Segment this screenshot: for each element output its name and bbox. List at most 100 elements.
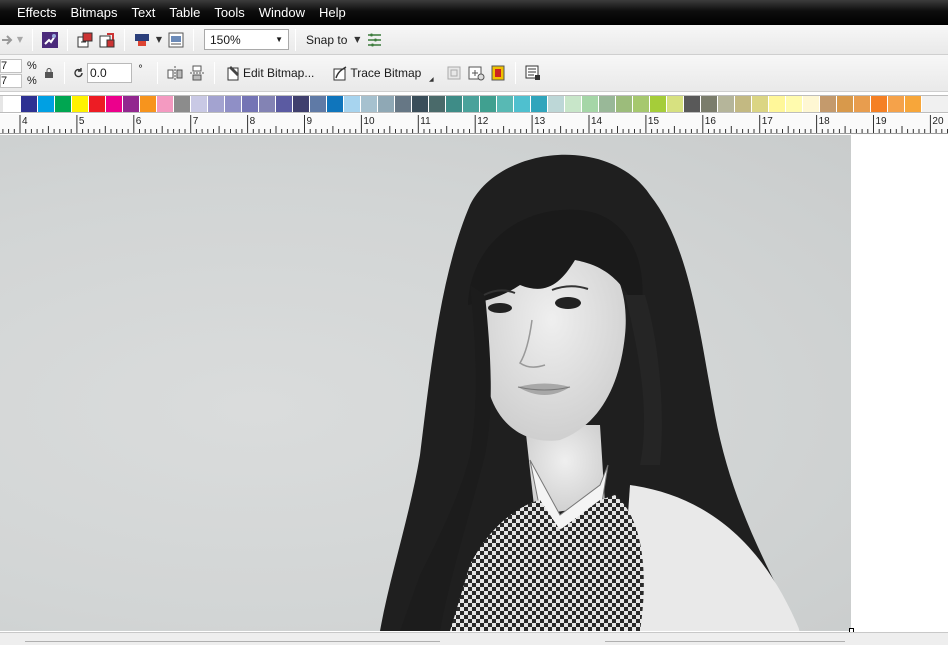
- mirror-horizontal-icon[interactable]: [164, 62, 186, 84]
- color-swatch[interactable]: [735, 96, 752, 112]
- color-swatch[interactable]: [752, 96, 769, 112]
- grayscale-portrait-bitmap[interactable]: [0, 135, 851, 631]
- color-swatch[interactable]: [786, 96, 803, 112]
- color-swatch[interactable]: [684, 96, 701, 112]
- zoom-level-select[interactable]: 150% ▼: [204, 29, 289, 50]
- color-swatch[interactable]: [123, 96, 140, 112]
- color-swatch[interactable]: [242, 96, 259, 112]
- color-swatch[interactable]: [582, 96, 599, 112]
- color-swatch[interactable]: [497, 96, 514, 112]
- separator: [515, 62, 517, 84]
- menu-window[interactable]: Window: [252, 0, 312, 25]
- color-swatch[interactable]: [837, 96, 854, 112]
- rotation-angle-input[interactable]: 0.0: [87, 63, 132, 83]
- color-swatch[interactable]: [21, 96, 38, 112]
- object-properties-icon[interactable]: [522, 62, 544, 84]
- percent-label: %: [27, 74, 37, 87]
- color-swatch[interactable]: [429, 96, 446, 112]
- color-swatch[interactable]: [854, 96, 871, 112]
- color-swatch[interactable]: [225, 96, 242, 112]
- menu-effects[interactable]: Effects: [10, 0, 64, 25]
- color-swatch[interactable]: [157, 96, 174, 112]
- portrait-illustration: [380, 154, 800, 631]
- resample-icon[interactable]: [465, 62, 487, 84]
- color-swatch[interactable]: [599, 96, 616, 112]
- menu-table[interactable]: Table: [162, 0, 207, 25]
- horizontal-ruler[interactable]: 4 5 6 7 8 9 10 11 12 13 14 15 16 17 18 19 20: [0, 114, 948, 134]
- color-swatch[interactable]: [820, 96, 837, 112]
- color-swatch[interactable]: [616, 96, 633, 112]
- scale-x-input[interactable]: 7: [0, 58, 22, 73]
- launcher-dropdown-icon[interactable]: ▼: [153, 35, 165, 44]
- color-swatch[interactable]: [446, 96, 463, 112]
- ruler-label: 8: [249, 116, 256, 127]
- color-swatch[interactable]: [412, 96, 429, 112]
- color-swatch[interactable]: [667, 96, 684, 112]
- color-swatch[interactable]: [718, 96, 735, 112]
- trace-bitmap-icon: [332, 62, 350, 84]
- snap-to-dropdown-icon[interactable]: ▼: [351, 35, 363, 44]
- export-icon[interactable]: [96, 29, 118, 51]
- color-swatch[interactable]: [55, 96, 72, 112]
- trace-bitmap-dropdown-icon[interactable]: ◢: [425, 76, 437, 83]
- ruler-ticks: [2, 115, 948, 133]
- bitmap-color-mask-icon[interactable]: [487, 62, 509, 84]
- color-swatch[interactable]: [208, 96, 225, 112]
- color-swatch[interactable]: [531, 96, 548, 112]
- redo-icon[interactable]: [0, 29, 14, 51]
- color-swatch[interactable]: [378, 96, 395, 112]
- color-swatch[interactable]: [259, 96, 276, 112]
- color-swatch[interactable]: [803, 96, 820, 112]
- color-swatch[interactable]: [327, 96, 344, 112]
- color-swatch[interactable]: [38, 96, 55, 112]
- color-swatch[interactable]: [463, 96, 480, 112]
- lock-ratio-icon[interactable]: [40, 62, 58, 84]
- color-swatch[interactable]: [310, 96, 327, 112]
- color-swatch[interactable]: [293, 96, 310, 112]
- drawing-canvas[interactable]: [0, 135, 948, 633]
- color-swatch[interactable]: [395, 96, 412, 112]
- color-swatch[interactable]: [701, 96, 718, 112]
- edit-bitmap-button[interactable]: Edit Bitmap...: [221, 61, 318, 85]
- color-swatch[interactable]: [548, 96, 565, 112]
- menu-help[interactable]: Help: [312, 0, 353, 25]
- color-swatch[interactable]: [106, 96, 123, 112]
- corel-draw-window: Effects Bitmaps Text Table Tools Window …: [0, 0, 948, 645]
- import-icon[interactable]: [74, 29, 96, 51]
- color-swatch[interactable]: [769, 96, 786, 112]
- color-swatch[interactable]: [565, 96, 582, 112]
- color-swatch[interactable]: [888, 96, 905, 112]
- color-swatch[interactable]: [344, 96, 361, 112]
- options-icon[interactable]: [363, 29, 385, 51]
- separator: [214, 62, 215, 84]
- color-swatch[interactable]: [480, 96, 497, 112]
- ruler-label: 6: [135, 116, 142, 127]
- trace-bitmap-button[interactable]: Trace Bitmap: [328, 61, 425, 85]
- color-swatch[interactable]: [905, 96, 922, 112]
- application-launcher-icon[interactable]: [131, 29, 153, 51]
- color-swatch[interactable]: [361, 96, 378, 112]
- color-swatch[interactable]: [140, 96, 157, 112]
- color-swatch[interactable]: [276, 96, 293, 112]
- corel-connect-icon[interactable]: [39, 29, 61, 51]
- redo-dropdown-icon[interactable]: ▼: [14, 35, 26, 44]
- color-swatch[interactable]: [174, 96, 191, 112]
- ruler-label: 14: [591, 116, 603, 127]
- color-swatch[interactable]: [89, 96, 106, 112]
- color-swatch[interactable]: [633, 96, 650, 112]
- welcome-screen-icon[interactable]: [165, 29, 187, 51]
- color-swatch[interactable]: [72, 96, 89, 112]
- menu-tools[interactable]: Tools: [207, 0, 251, 25]
- color-swatch[interactable]: [514, 96, 531, 112]
- scale-y-input[interactable]: 7: [0, 73, 22, 88]
- crop-bitmap-icon[interactable]: [443, 62, 465, 84]
- mirror-vertical-icon[interactable]: [186, 62, 208, 84]
- menu-text[interactable]: Text: [124, 0, 162, 25]
- color-swatch[interactable]: [4, 96, 21, 112]
- menu-bitmaps[interactable]: Bitmaps: [64, 0, 125, 25]
- color-swatch[interactable]: [871, 96, 888, 112]
- color-swatch[interactable]: [650, 96, 667, 112]
- color-swatch[interactable]: [191, 96, 208, 112]
- snap-to-label[interactable]: Snap to: [302, 33, 351, 47]
- horizontal-scrollbar[interactable]: [0, 632, 948, 645]
